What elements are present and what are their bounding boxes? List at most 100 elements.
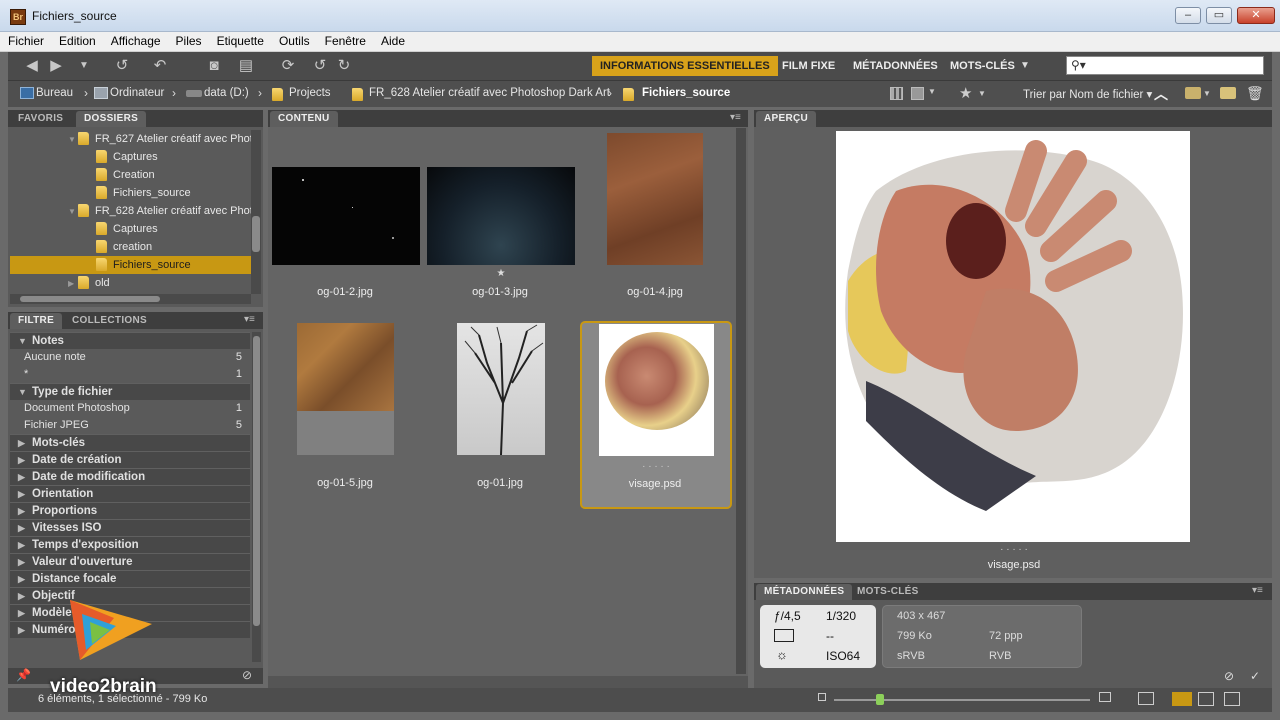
tree-item-fr628[interactable]: ▼ FR_628 Atelier créatif avec Photoshop <box>10 202 251 220</box>
cancel-icon[interactable]: ⊘ <box>1224 669 1234 683</box>
filter-dropdown-icon[interactable]: ▼ <box>928 87 936 96</box>
tab-apercu[interactable]: APERÇU <box>756 111 817 127</box>
scroll-thumb[interactable] <box>253 336 260 626</box>
crumb-separator-icon[interactable]: › <box>172 86 176 100</box>
crumb-current[interactable]: Fichiers_source <box>642 87 730 99</box>
menu-outils[interactable]: Outils <box>271 32 317 48</box>
tree-item-fr627[interactable]: ▼ FR_627 Atelier créatif avec Photoshop <box>10 130 251 148</box>
crumb-project-folder[interactable]: FR_628 Atelier créatif avec Photoshop Da… <box>369 87 610 99</box>
back-icon[interactable]: ◀ <box>22 57 42 75</box>
tree-item-creation[interactable]: creation <box>10 238 251 256</box>
tab-favoris[interactable]: FAVORIS <box>10 111 71 127</box>
open-recent-dropdown-icon[interactable]: ▼ <box>1203 89 1211 98</box>
thumbnail-image-og-01-5[interactable] <box>297 323 394 455</box>
filter-item[interactable]: Fichier JPEG 5 <box>10 417 250 434</box>
slider-thumb[interactable] <box>876 694 884 705</box>
star-filter-icon[interactable]: ★ <box>959 84 972 102</box>
crumb-separator-icon[interactable]: › <box>608 86 612 100</box>
sort-dropdown[interactable]: Trier par Nom de fichier ▾ <box>1023 87 1152 101</box>
tab-metadonnees[interactable]: MÉTADONNÉES <box>756 584 853 600</box>
thumbnail-caption[interactable]: visage.psd <box>580 478 730 490</box>
filter-group[interactable]: ▶ Date de modification <box>10 468 250 485</box>
crumb-bureau[interactable]: Bureau <box>36 87 73 99</box>
thumbnail-caption[interactable]: og-01-4.jpg <box>580 286 730 298</box>
thumbnail-image-og-01[interactable] <box>457 323 545 456</box>
menu-affichage[interactable]: Affichage <box>103 32 168 48</box>
workspace-dropdown-icon[interactable]: ▼ <box>1020 60 1030 71</box>
open-recent-icon[interactable] <box>1185 87 1201 99</box>
expand-arrow-icon[interactable]: ▶ <box>68 275 78 292</box>
tree-item-creation[interactable]: Creation <box>10 166 251 184</box>
trash-icon[interactable]: 🗑 <box>1246 85 1264 102</box>
forward-icon[interactable]: ▶ <box>46 57 66 75</box>
filter-group[interactable]: ▶ Orientation <box>10 485 250 502</box>
tab-collections[interactable]: COLLECTIONS <box>64 313 155 329</box>
apply-check-icon[interactable]: ✓ <box>1250 669 1260 683</box>
thumbnail-caption[interactable]: og-01-3.jpg <box>425 286 575 298</box>
thumbnail-image-og-01-4[interactable] <box>607 133 703 265</box>
clear-filter-icon[interactable]: ⊘ <box>242 668 252 682</box>
filter-group[interactable]: ▶ Valeur d'ouverture <box>10 553 250 570</box>
menu-piles[interactable]: Piles <box>168 32 209 48</box>
thumbnail-image-og-01-3[interactable] <box>427 167 575 265</box>
tree-item-old[interactable]: ▶ old <box>10 274 251 292</box>
zoom-out-icon[interactable] <box>818 693 826 701</box>
workspace-filmstrip[interactable]: FILM FIXE <box>774 56 843 76</box>
filter-group-filetype[interactable]: ▼ Type de fichier <box>10 383 250 400</box>
close-button[interactable]: ✕ <box>1237 7 1275 24</box>
content-scrollbar[interactable] <box>736 128 746 674</box>
crumb-drive[interactable]: data (D:) <box>204 87 249 99</box>
thumbnail-caption[interactable]: og-01-5.jpg <box>270 477 420 489</box>
rotate-left-icon[interactable]: ↺ <box>310 57 330 75</box>
scroll-thumb[interactable] <box>252 216 260 252</box>
tree-item-captures[interactable]: Captures <box>10 220 251 238</box>
tree-item-fichiers-source-selected[interactable]: Fichiers_source <box>10 256 251 274</box>
refine-icon[interactable]: ▤ <box>236 57 256 75</box>
search-input[interactable]: ⚲▾ <box>1066 56 1264 75</box>
filter-group[interactable]: ▶ Distance focale <box>10 570 250 587</box>
collapse-arrow-icon[interactable]: ▼ <box>68 203 78 220</box>
open-photoshop-icon[interactable]: ⟳ <box>278 57 298 75</box>
crumb-separator-icon[interactable]: › <box>258 86 262 100</box>
crumb-ordinateur[interactable]: Ordinateur <box>110 87 164 99</box>
filter-scrollbar[interactable] <box>252 332 261 662</box>
workspace-metadata[interactable]: MÉTADONNÉES <box>845 56 946 76</box>
preview-image[interactable] <box>836 131 1190 542</box>
menu-fenetre[interactable]: Fenêtre <box>317 32 373 48</box>
preview-rating-dots[interactable]: · · · · · <box>986 544 1042 555</box>
tab-filtre[interactable]: FILTRE <box>10 313 63 329</box>
zoom-in-icon[interactable] <box>1099 692 1111 702</box>
rating-star-icon[interactable]: ★ <box>473 268 529 279</box>
tab-contenu[interactable]: CONTENU <box>270 111 338 127</box>
folders-horizontal-scrollbar[interactable] <box>10 294 251 304</box>
grid-view-icon[interactable] <box>1138 692 1154 705</box>
list-view-icon[interactable] <box>1224 692 1240 706</box>
thumbnail-view-icon[interactable] <box>1172 692 1192 706</box>
panel-menu-icon[interactable]: ▾≡ <box>1252 585 1263 596</box>
star-dropdown-icon[interactable]: ▼ <box>978 89 986 98</box>
thumbnail-caption[interactable]: og-01-2.jpg <box>270 286 420 298</box>
maximize-button[interactable]: ▭ <box>1206 7 1232 24</box>
tree-item-fichiers-source[interactable]: Fichiers_source <box>10 184 251 202</box>
thumbnail-image-og-01-2[interactable] <box>272 167 420 265</box>
tree-item-captures[interactable]: Captures <box>10 148 251 166</box>
boomerang-icon[interactable]: ↺ <box>112 57 132 75</box>
pin-icon[interactable]: 📌 <box>16 668 31 682</box>
thumbnail-caption[interactable]: og-01.jpg <box>425 477 575 489</box>
thumbnail-cell-selected[interactable]: · · · · · visage.psd <box>580 321 732 509</box>
filter-item[interactable]: * 1 <box>10 366 250 383</box>
minimize-button[interactable]: – <box>1175 7 1201 24</box>
menu-aide[interactable]: Aide <box>373 32 412 48</box>
filter-group[interactable]: ▶ Date de création <box>10 451 250 468</box>
folders-vertical-scrollbar[interactable] <box>251 130 261 294</box>
filter-item[interactable]: Aucune note 5 <box>10 349 250 366</box>
details-view-icon[interactable] <box>1198 692 1214 706</box>
tab-dossiers[interactable]: DOSSIERS <box>76 111 147 127</box>
collapse-arrow-icon[interactable]: ▼ <box>68 131 78 148</box>
rating-dots[interactable]: · · · · · <box>628 461 684 472</box>
filter-group[interactable]: ▶ Vitesses ISO <box>10 519 250 536</box>
workspace-keywords[interactable]: MOTS-CLÉS <box>942 56 1023 76</box>
filter-group-notes[interactable]: ▼ Notes <box>10 332 250 349</box>
crumb-projects[interactable]: Projects <box>289 87 331 99</box>
camera-icon[interactable]: ◙ <box>204 57 224 75</box>
